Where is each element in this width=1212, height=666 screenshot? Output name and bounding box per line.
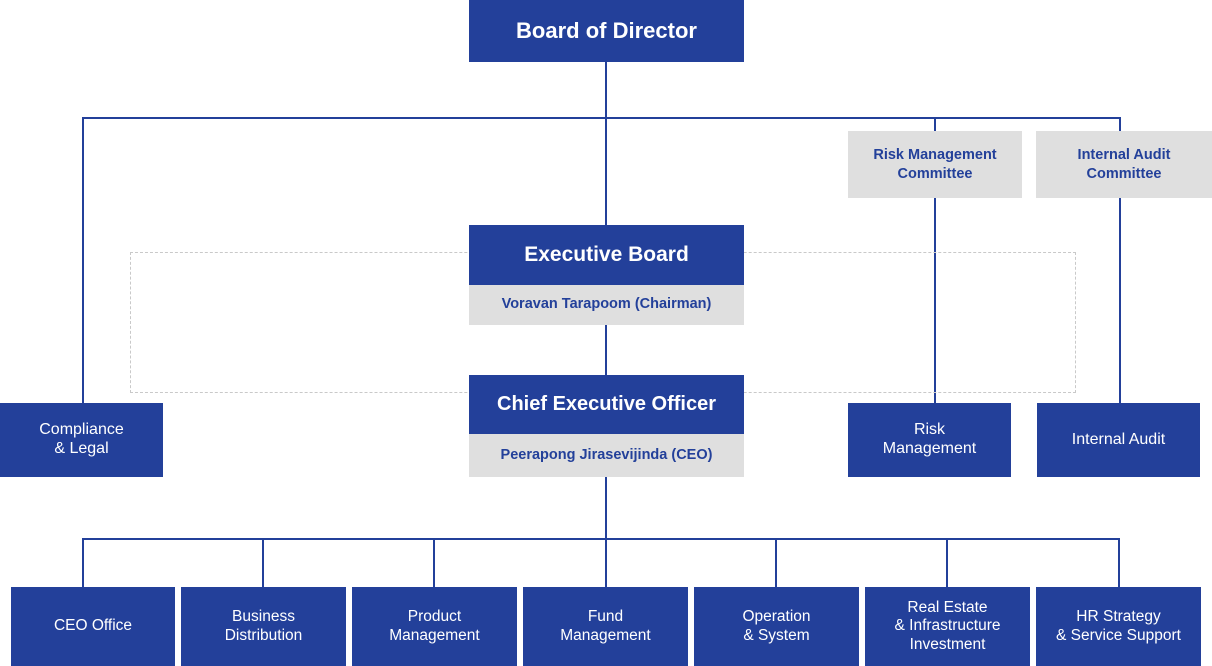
org-chart-canvas: Board of Director Risk Management Committ… bbox=[0, 0, 1212, 666]
connector-bus-to-compliance bbox=[82, 117, 84, 404]
ceo-office-label: CEO Office bbox=[11, 587, 175, 666]
executive-board-title: Executive Board bbox=[469, 225, 744, 285]
node-product-management[interactable]: Product Management bbox=[352, 587, 517, 666]
node-compliance-and-legal[interactable]: Compliance & Legal bbox=[0, 403, 163, 477]
board-of-director-title: Board of Director bbox=[469, 0, 744, 62]
node-executive-board[interactable]: Executive Board Voravan Tarapoom (Chairm… bbox=[469, 225, 744, 325]
node-risk-management[interactable]: Risk Management bbox=[848, 403, 1011, 477]
node-internal-audit-committee[interactable]: Internal Audit Committee bbox=[1036, 131, 1212, 198]
node-board-of-director[interactable]: Board of Director bbox=[469, 0, 744, 62]
node-business-distribution[interactable]: Business Distribution bbox=[181, 587, 346, 666]
connector-board-to-bus bbox=[605, 62, 607, 118]
connector-bottom-bus bbox=[82, 538, 1120, 540]
business-distribution-label: Business Distribution bbox=[181, 587, 346, 666]
connector-audit-committee-to-audit-unit bbox=[1119, 198, 1121, 404]
connector-top-bus bbox=[82, 117, 1120, 119]
product-management-label: Product Management bbox=[352, 587, 517, 666]
node-fund-management[interactable]: Fund Management bbox=[523, 587, 688, 666]
fund-management-label: Fund Management bbox=[523, 587, 688, 666]
executive-board-chairman: Voravan Tarapoom (Chairman) bbox=[469, 285, 744, 325]
connector-bus-to-audit-committee bbox=[1119, 117, 1121, 132]
node-hr-strategy-and-service-support[interactable]: HR Strategy & Service Support bbox=[1036, 587, 1201, 666]
internal-audit-label: Internal Audit bbox=[1037, 403, 1200, 477]
compliance-and-legal-label: Compliance & Legal bbox=[0, 403, 163, 477]
ceo-person: Peerapong Jirasevijinda (CEO) bbox=[469, 434, 744, 477]
connector-bottom-drop-5 bbox=[775, 538, 777, 588]
connector-bottom-drop-2 bbox=[262, 538, 264, 588]
node-ceo-office[interactable]: CEO Office bbox=[11, 587, 175, 666]
connector-bottom-drop-1 bbox=[82, 538, 84, 588]
risk-management-label: Risk Management bbox=[848, 403, 1011, 477]
connector-bottom-drop-7 bbox=[1118, 538, 1120, 588]
connector-bus-to-risk-committee bbox=[934, 117, 936, 132]
node-risk-management-committee[interactable]: Risk Management Committee bbox=[848, 131, 1022, 198]
ceo-title: Chief Executive Officer bbox=[469, 375, 744, 434]
operation-and-system-label: Operation & System bbox=[694, 587, 859, 666]
node-operation-and-system[interactable]: Operation & System bbox=[694, 587, 859, 666]
connector-bus-to-executive-board bbox=[605, 117, 607, 226]
connector-bottom-drop-4 bbox=[605, 538, 607, 588]
connector-bottom-drop-3 bbox=[433, 538, 435, 588]
node-real-estate-and-infrastructure-investment[interactable]: Real Estate & Infrastructure Investment bbox=[865, 587, 1030, 666]
real-estate-and-infrastructure-investment-label: Real Estate & Infrastructure Investment bbox=[865, 587, 1030, 666]
node-internal-audit[interactable]: Internal Audit bbox=[1037, 403, 1200, 477]
connector-bottom-drop-6 bbox=[946, 538, 948, 588]
connector-ceo-to-bottom-bus bbox=[605, 477, 607, 539]
hr-strategy-and-service-support-label: HR Strategy & Service Support bbox=[1036, 587, 1201, 666]
node-chief-executive-officer[interactable]: Chief Executive Officer Peerapong Jirase… bbox=[469, 375, 744, 477]
